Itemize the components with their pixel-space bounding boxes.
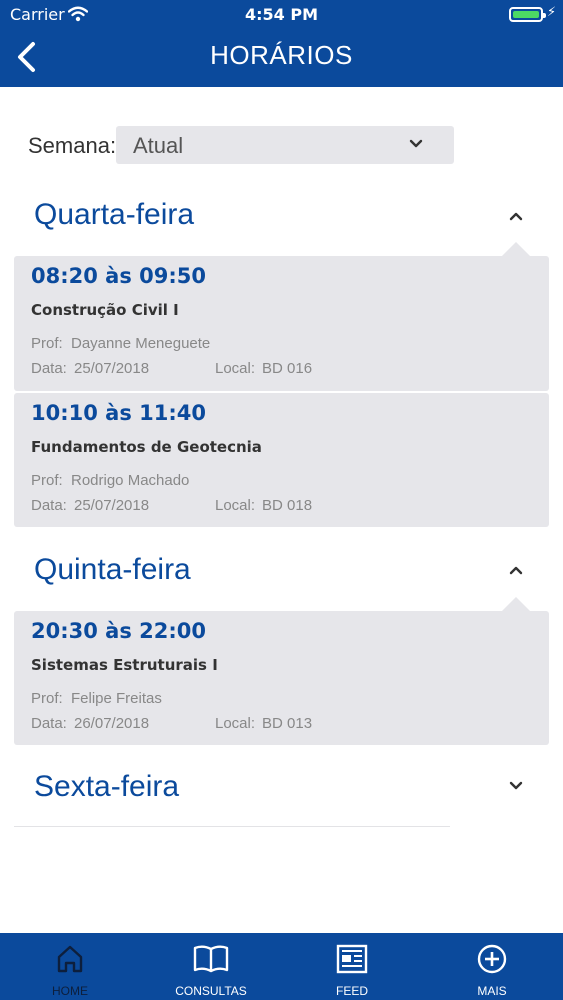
tab-mais[interactable]: MAIS	[422, 933, 562, 1000]
tab-bar: HOME CONSULTAS FEED MAIS	[0, 933, 563, 1000]
date-value: 26/07/2018	[74, 715, 150, 732]
tab-label: MAIS	[477, 984, 507, 998]
week-label: Semana:	[28, 133, 117, 158]
top-bar: Carrier 4:54 PM ⚡ HORÁRIOS	[0, 0, 563, 87]
battery-icon	[509, 7, 546, 22]
chevron-down-icon[interactable]	[509, 779, 523, 793]
class-time: 10:10 às 11:40	[31, 401, 206, 425]
tab-label: FEED	[335, 984, 368, 998]
tab-feed[interactable]: FEED	[282, 933, 422, 1000]
day-header-sexta[interactable]: Sexta-feira	[34, 770, 179, 804]
chevron-up-icon[interactable]	[509, 209, 523, 223]
class-time: 08:20 às 09:50	[31, 264, 206, 288]
class-course: Construção Civil I	[31, 301, 179, 319]
book-icon	[193, 945, 229, 973]
local-value: BD 016	[262, 360, 313, 377]
local-label: Local:	[215, 360, 256, 377]
date-label: Data:	[31, 360, 67, 377]
class-card[interactable]: 20:30 às 22:00 Sistemas Estruturais I Pr…	[14, 611, 549, 745]
date-label: Data:	[31, 715, 67, 732]
chevron-down-icon	[409, 139, 423, 148]
newspaper-icon	[336, 944, 368, 974]
status-bar: Carrier 4:54 PM ⚡	[0, 0, 563, 30]
day-header-quarta[interactable]: Quarta-feira	[34, 198, 194, 232]
local-label: Local:	[215, 715, 256, 732]
tab-label: CONSULTAS	[175, 984, 247, 998]
day-header-quinta[interactable]: Quinta-feira	[34, 553, 191, 587]
class-time: 20:30 às 22:00	[31, 619, 206, 643]
week-select[interactable]: Atual	[116, 126, 454, 164]
prof-name: Felipe Freitas	[71, 690, 162, 707]
prof-label: Prof:	[31, 472, 63, 489]
chevron-up-icon[interactable]	[509, 563, 523, 577]
page-title: HORÁRIOS	[210, 40, 353, 70]
home-icon	[57, 945, 83, 973]
card-pointer	[502, 597, 530, 611]
class-course: Fundamentos de Geotecnia	[31, 438, 262, 456]
class-card[interactable]: 08:20 às 09:50 Construção Civil I Prof: …	[14, 256, 549, 391]
plus-circle-icon	[477, 944, 507, 974]
card-pointer	[502, 242, 530, 256]
prof-name: Rodrigo Machado	[71, 472, 190, 489]
local-value: BD 013	[262, 715, 313, 732]
tab-home[interactable]: HOME	[0, 933, 140, 1000]
tab-consultas[interactable]: CONSULTAS	[141, 933, 281, 1000]
divider	[14, 826, 450, 827]
date-label: Data:	[31, 497, 67, 514]
date-value: 25/07/2018	[74, 497, 150, 514]
status-time: 4:54 PM	[244, 5, 318, 24]
class-card[interactable]: 10:10 às 11:40 Fundamentos de Geotecnia …	[14, 393, 549, 527]
prof-label: Prof:	[31, 335, 63, 352]
tab-label: HOME	[52, 984, 88, 998]
local-value: BD 018	[262, 497, 313, 514]
week-select-value: Atual	[133, 133, 184, 158]
date-value: 25/07/2018	[74, 360, 150, 377]
prof-label: Prof:	[31, 690, 63, 707]
charging-icon: ⚡	[547, 5, 557, 20]
local-label: Local:	[215, 497, 256, 514]
prof-name: Dayanne Meneguete	[71, 335, 211, 352]
class-course: Sistemas Estruturais I	[31, 656, 218, 674]
